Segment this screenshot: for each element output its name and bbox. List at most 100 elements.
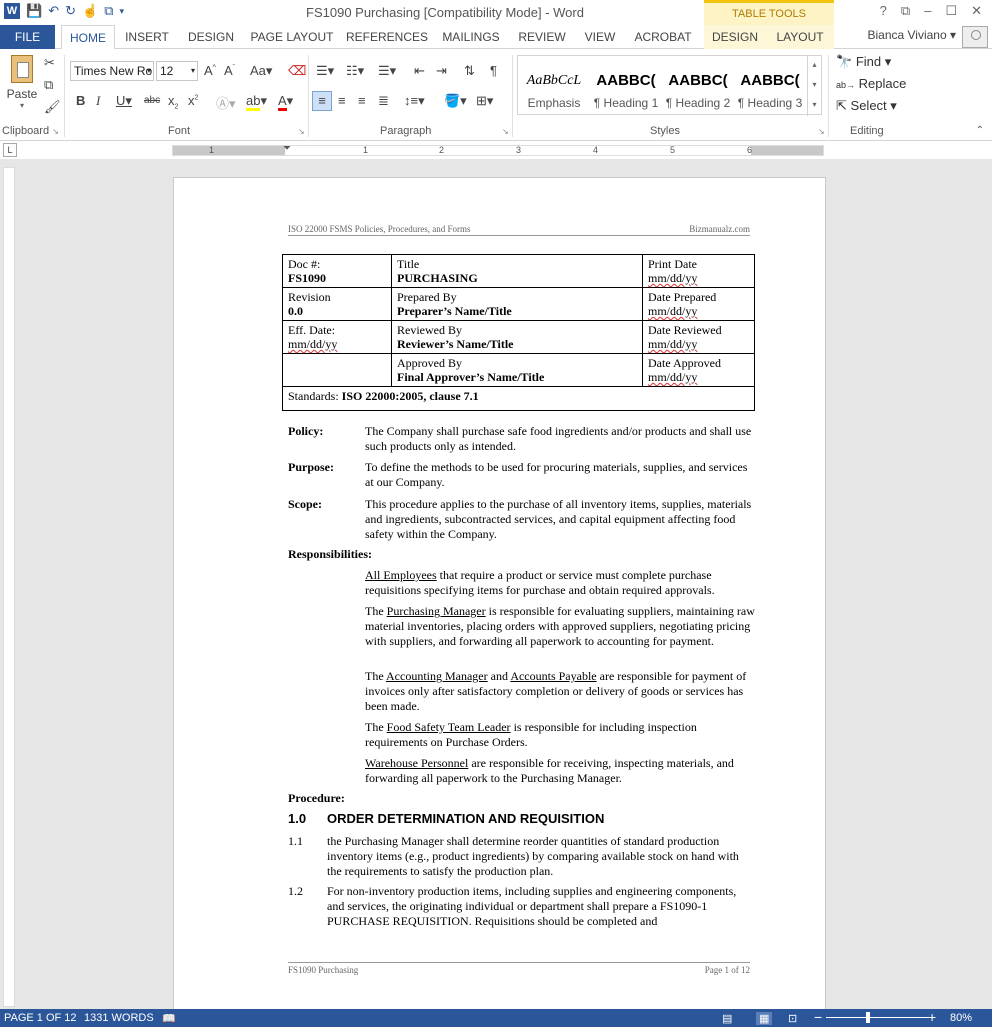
table-cell[interactable]: Date Prepared mm/dd/yy: [642, 287, 755, 321]
zoom-slider-thumb[interactable]: [865, 1012, 870, 1023]
format-painter-icon[interactable]: 🖌: [44, 99, 61, 115]
find-button[interactable]: 🔭 Find ▾: [836, 54, 891, 70]
table-cell[interactable]: Approved By Final Approver’s Name/Title: [391, 353, 643, 387]
chevron-down-icon[interactable]: ▾: [807, 76, 821, 96]
bold-icon[interactable]: B: [76, 93, 85, 108]
tab-table-design[interactable]: DESIGN: [704, 25, 766, 49]
dialog-launcher-icon[interactable]: ↘: [298, 127, 305, 136]
cut-icon[interactable]: ✂: [44, 55, 55, 71]
tab-home[interactable]: HOME: [61, 25, 115, 50]
tab-page-layout[interactable]: PAGE LAYOUT: [250, 25, 334, 49]
ribbon-display-icon[interactable]: ⧉: [901, 3, 910, 19]
sort-icon[interactable]: ⇅: [464, 63, 475, 79]
numbering-icon[interactable]: ☷▾: [346, 63, 364, 79]
collapse-ribbon-icon[interactable]: ⌃: [976, 125, 984, 136]
dialog-launcher-icon[interactable]: ↘: [502, 127, 509, 136]
show-formatting-icon[interactable]: ¶: [490, 63, 497, 78]
minimize-icon[interactable]: –: [924, 3, 931, 19]
cell-label: Title: [397, 257, 420, 271]
table-cell[interactable]: Date Approved mm/dd/yy: [642, 353, 755, 387]
paste-button[interactable]: Paste ▾: [6, 55, 38, 115]
align-center-icon[interactable]: ≡: [338, 93, 346, 108]
tab-file[interactable]: FILE: [0, 25, 55, 49]
change-case-icon[interactable]: Aa▾: [250, 63, 272, 79]
align-right-icon[interactable]: ≡: [358, 93, 366, 108]
zoom-level[interactable]: 80%: [950, 1012, 972, 1024]
style-emphasis[interactable]: AaBbCcL Emphasis: [518, 66, 590, 120]
dialog-launcher-icon[interactable]: ↘: [52, 127, 59, 136]
step-text: the Purchasing Manager shall determine r…: [327, 834, 739, 878]
table-cell[interactable]: Date Reviewed mm/dd/yy: [642, 320, 755, 354]
document-info-table[interactable]: Doc #: FS1090 Title PURCHASING Print Date m…: [282, 254, 755, 411]
dialog-launcher-icon[interactable]: ↘: [818, 127, 825, 136]
italic-icon[interactable]: I: [96, 93, 100, 109]
font-name-select[interactable]: Times New Ro ▾: [70, 61, 154, 81]
read-mode-icon[interactable]: ▤: [722, 1012, 732, 1025]
help-icon[interactable]: ?: [880, 3, 887, 19]
text-effects-icon[interactable]: Ⓐ▾: [216, 93, 236, 112]
decrease-indent-icon[interactable]: ⇤: [414, 63, 425, 79]
underline-icon[interactable]: U▾: [116, 93, 132, 109]
table-cell[interactable]: Standards: ISO 22000:2005, clause 7.1: [282, 386, 755, 411]
maximize-icon[interactable]: ☐: [945, 3, 957, 19]
shrink-font-icon[interactable]: Aˇ: [224, 63, 235, 78]
horizontal-ruler[interactable]: 1 1 2 3 4 5 6 ⏷: [172, 143, 824, 156]
table-cell[interactable]: Revision 0.0: [282, 287, 392, 321]
superscript-icon[interactable]: x2: [188, 93, 198, 108]
tab-mailings[interactable]: MAILINGS: [438, 25, 504, 49]
shading-icon[interactable]: 🪣▾: [444, 93, 467, 109]
print-layout-icon[interactable]: ▦: [756, 1012, 773, 1025]
copy-icon[interactable]: ⧉: [44, 77, 53, 93]
styles-gallery[interactable]: AaBbCcL Emphasis AABBC( ¶ Heading 1 AABB…: [517, 55, 822, 116]
vertical-ruler[interactable]: [3, 167, 15, 1007]
table-cell[interactable]: Eff. Date: mm/dd/yy: [282, 320, 392, 354]
proofing-icon[interactable]: 📖: [162, 1012, 176, 1025]
table-cell[interactable]: Prepared By Preparer’s Name/Title: [391, 287, 643, 321]
tab-review[interactable]: REVIEW: [514, 25, 570, 49]
table-cell[interactable]: [282, 353, 392, 387]
chevron-up-icon[interactable]: ▴: [807, 56, 821, 76]
tab-view[interactable]: VIEW: [580, 25, 620, 49]
close-icon[interactable]: ✕: [971, 3, 982, 19]
clear-formatting-icon[interactable]: ⌫: [288, 63, 306, 79]
replace-button[interactable]: ab→ Replace: [836, 76, 906, 91]
multilevel-list-icon[interactable]: ☰▾: [378, 63, 396, 79]
style-heading-3[interactable]: AABBC( ¶ Heading 3: [734, 66, 806, 120]
more-styles-icon[interactable]: ▾: [807, 96, 821, 116]
zoom-out-icon[interactable]: −: [814, 1009, 822, 1025]
strikethrough-icon[interactable]: abc: [144, 95, 160, 106]
tab-table-layout[interactable]: LAYOUT: [766, 25, 834, 49]
style-heading-1[interactable]: AABBC( ¶ Heading 1: [590, 66, 662, 120]
tab-acrobat[interactable]: ACROBAT: [630, 25, 696, 49]
style-heading-2[interactable]: AABBC( ¶ Heading 2: [662, 66, 734, 120]
table-cell[interactable]: Reviewed By Reviewer’s Name/Title: [391, 320, 643, 354]
tab-insert[interactable]: INSERT: [120, 25, 174, 49]
zoom-slider[interactable]: [826, 1017, 930, 1018]
justify-icon[interactable]: ≣: [378, 93, 389, 109]
word-count[interactable]: 1331 WORDS: [84, 1012, 154, 1024]
subscript-icon[interactable]: x2: [168, 93, 178, 111]
select-button[interactable]: ⇱ Select ▾: [836, 98, 897, 114]
user-name[interactable]: Bianca Viviano ▾: [867, 28, 956, 42]
line-spacing-icon[interactable]: ↕≡▾: [404, 93, 425, 109]
page-count[interactable]: PAGE 1 OF 12: [4, 1012, 77, 1024]
indent-marker-icon[interactable]: ⏷: [283, 143, 291, 154]
grow-font-icon[interactable]: A^: [204, 63, 216, 78]
web-layout-icon[interactable]: ⊡: [788, 1012, 797, 1025]
table-cell[interactable]: Doc #: FS1090: [282, 254, 392, 288]
tab-selector-icon[interactable]: L: [3, 143, 17, 157]
bullets-icon[interactable]: ☰▾: [316, 63, 334, 79]
align-left-icon[interactable]: ≡: [312, 91, 332, 111]
highlight-icon[interactable]: ab▾: [246, 93, 267, 111]
tab-references[interactable]: REFERENCES: [345, 25, 429, 49]
increase-indent-icon[interactable]: ⇥: [436, 63, 447, 79]
document-page[interactable]: ISO 22000 FSMS Policies, Procedures, and…: [173, 177, 826, 1017]
zoom-in-icon[interactable]: +: [928, 1009, 936, 1025]
table-cell[interactable]: Print Date mm/dd/yy: [642, 254, 755, 288]
avatar[interactable]: [962, 26, 988, 48]
table-cell[interactable]: Title PURCHASING: [391, 254, 643, 288]
font-size-select[interactable]: 12 ▾: [156, 61, 198, 81]
tab-design[interactable]: DESIGN: [184, 25, 238, 49]
font-color-icon[interactable]: A▾: [278, 93, 293, 111]
borders-icon[interactable]: ⊞▾: [476, 93, 493, 109]
